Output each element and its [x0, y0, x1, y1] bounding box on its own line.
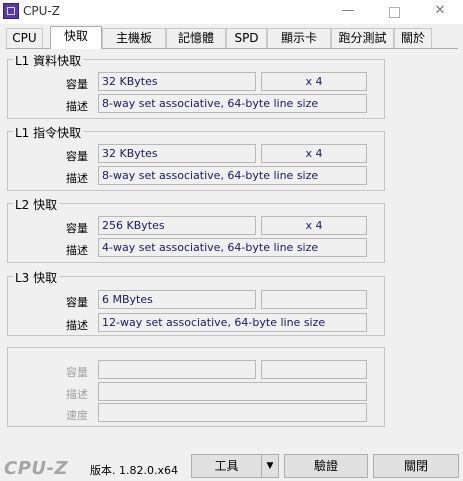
l1-data-cache-group: L1 資料快取 容量 32 KBytes x 4 描述 8-way set as… [7, 52, 385, 119]
maximize-icon [388, 7, 400, 18]
count-value: x 4 [261, 144, 367, 163]
group-title: L1 指令快取 [13, 124, 84, 141]
tab-spd[interactable]: SPD [226, 28, 267, 48]
window-title: CPU-Z [23, 4, 60, 18]
tab-caches[interactable]: 快取 [50, 26, 102, 49]
description-value: 8-way set associative, 64-byte line size [98, 166, 367, 185]
size-value: 32 KBytes [98, 72, 256, 91]
description-label: 描述 [66, 244, 88, 257]
close-button[interactable]: 關閉 [373, 454, 459, 478]
count-value [261, 290, 367, 309]
l1-instruction-cache-group: L1 指令快取 容量 32 KBytes x 4 描述 8-way set as… [7, 124, 385, 191]
count-value: x 4 [261, 216, 367, 235]
size-value: 6 MBytes [98, 290, 256, 309]
tab-about[interactable]: 關於 [394, 28, 432, 48]
version-text: 版本. 1.82.0.x64 [90, 464, 178, 477]
speed-value [98, 403, 367, 422]
tab-bench[interactable]: 跑分測試 [331, 28, 394, 48]
close-window-button[interactable]: ✕ [417, 0, 463, 24]
description-label: 描述 [66, 388, 88, 401]
size-value: 32 KBytes [98, 144, 256, 163]
group-title: L3 快取 [13, 269, 60, 286]
description-label: 描述 [66, 100, 88, 113]
group-title: L2 快取 [13, 196, 60, 213]
size-value [98, 360, 256, 379]
size-label: 容量 [66, 78, 88, 91]
description-value: 8-way set associative, 64-byte line size [98, 94, 367, 113]
brand-logo: CPU-Z [4, 458, 69, 479]
description-value: 12-way set associative, 64-byte line siz… [98, 313, 367, 332]
group-title: L1 資料快取 [13, 52, 84, 69]
app-icon [3, 3, 19, 19]
l2-cache-group: L2 快取 容量 256 KBytes x 4 描述 4-way set ass… [7, 196, 385, 263]
tools-button[interactable]: 工具 [191, 454, 262, 478]
minimize-button[interactable]: — [325, 0, 371, 24]
size-label: 容量 [66, 150, 88, 163]
description-label: 描述 [66, 172, 88, 185]
size-label: 容量 [66, 366, 88, 379]
description-value [98, 382, 367, 401]
tab-cpu[interactable]: CPU [6, 28, 43, 48]
size-label: 容量 [66, 222, 88, 235]
description-label: 描述 [66, 319, 88, 332]
validate-button[interactable]: 驗證 [284, 454, 368, 478]
count-value: x 4 [261, 72, 367, 91]
description-value: 4-way set associative, 64-byte line size [98, 238, 367, 257]
title-bar[interactable]: CPU-Z — ✕ [0, 0, 463, 24]
speed-label: 速度 [66, 409, 88, 422]
extra-cache-group: 容量 描述 速度 [7, 347, 385, 427]
tab-graphics[interactable]: 顯示卡 [267, 28, 331, 48]
count-value [261, 360, 367, 379]
tab-memory[interactable]: 記憶體 [166, 28, 226, 48]
tools-dropdown-icon[interactable]: ▼ [261, 454, 279, 478]
size-value: 256 KBytes [98, 216, 256, 235]
tab-mainboard[interactable]: 主機板 [102, 28, 166, 48]
size-label: 容量 [66, 296, 88, 309]
maximize-button[interactable] [371, 0, 417, 24]
l3-cache-group: L3 快取 容量 6 MBytes 描述 12-way set associat… [7, 269, 385, 336]
